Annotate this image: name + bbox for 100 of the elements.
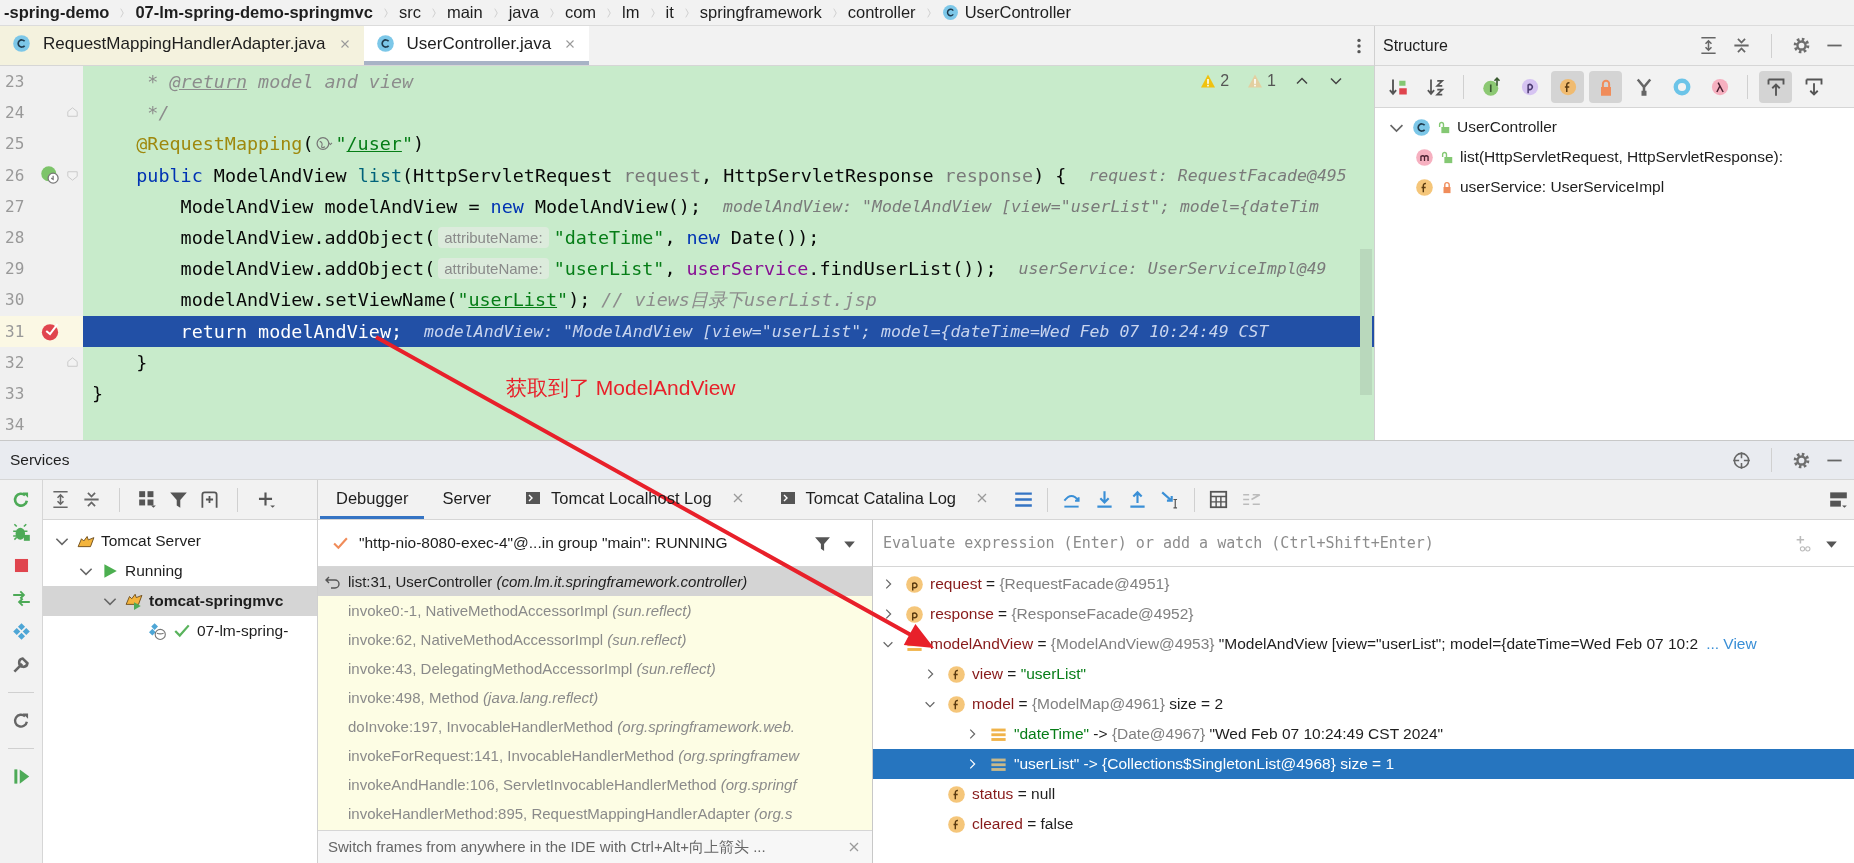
thread-selector[interactable]: "http-nio-8080-exec-4"@...in group "main": RUNNING xyxy=(318,520,872,567)
thread-name: "http-nio-8080-exec-4"@...in group "main": RUNNING xyxy=(359,534,728,552)
line-number: 26 xyxy=(4,165,26,185)
frames-menu-icon[interactable] xyxy=(1014,490,1034,509)
tree-item[interactable]: UserController xyxy=(1457,118,1557,136)
panel-title: Services xyxy=(10,451,70,469)
variable-text: modelAndView = {ModelAndView@4953} "ModelAndView [view="userList"; model={dateTime=Wed Feb 07 10:2 xyxy=(930,635,1699,653)
breadcrumb[interactable]: src xyxy=(394,3,425,22)
variable-text: response = {ResponseFacade@4952} xyxy=(930,605,1194,623)
breadcrumb[interactable]: main xyxy=(442,3,487,22)
expand-all-icon[interactable] xyxy=(1699,36,1718,55)
tree-item[interactable]: 07-lm-spring- xyxy=(197,622,289,640)
tree-item[interactable]: userService: UserServiceImpl xyxy=(1460,178,1665,196)
variable-text: status = null xyxy=(972,785,1056,803)
breadcrumb[interactable]: it xyxy=(661,3,678,22)
group-icon[interactable] xyxy=(138,490,157,509)
add-panel-icon[interactable] xyxy=(200,490,219,509)
modules-icon[interactable] xyxy=(11,622,31,641)
resume-icon[interactable] xyxy=(11,767,31,786)
code-text: modelAndView.setViewName("userList"); // views目录下userList.jsp xyxy=(179,288,877,313)
calculator-icon[interactable] xyxy=(1209,490,1229,509)
variable-text: request = {RequestFacade@4951} xyxy=(930,575,1170,593)
line-number: 24 xyxy=(4,103,26,123)
line-number: 28 xyxy=(4,228,26,248)
code-text: } xyxy=(135,351,148,373)
breadcrumb[interactable]: controller xyxy=(843,3,920,22)
editor-tab[interactable]: UserController.java xyxy=(363,26,590,65)
line-number: 33 xyxy=(4,383,26,403)
tree-item[interactable]: tomcat-springmvc xyxy=(149,592,284,610)
code-text: "userList", userService.findUserList()); xyxy=(553,258,997,280)
add-icon[interactable] xyxy=(256,490,275,509)
layout-icon[interactable] xyxy=(1829,490,1848,509)
breadcrumb[interactable]: com xyxy=(560,3,601,22)
lock-toggle[interactable] xyxy=(1589,70,1622,103)
inline-value: userService: UserServiceImpl@49 xyxy=(1018,259,1327,279)
crosshair-icon[interactable] xyxy=(1732,450,1751,470)
tree-item[interactable]: list(HttpServletRequest, HttpServletResponse): xyxy=(1460,148,1784,166)
variable-text: "dateTime" -> {Date@4967} "Wed Feb 07 10:24:49 CST 2024" xyxy=(1014,725,1444,743)
inline-value: modelAndView: "ModelAndView [view="userList"; model={dateTime=Wed Feb 07 10:24:49 CST xyxy=(424,321,1269,341)
frame-text: invoke:62, NativeMethodAccessorImpl (sun.reflect) xyxy=(348,631,687,648)
line-number: 27 xyxy=(4,196,26,216)
frame-row[interactable]: invokeAndHandle:106, ServletInvocableHandlerMethod (org.springf xyxy=(318,770,872,799)
breadcrumb[interactable]: springframework xyxy=(695,3,826,22)
scrollbar[interactable] xyxy=(1360,249,1372,395)
frame-text: invoke:43, DelegatingMethodAccessorImpl (sun.reflect) xyxy=(348,660,716,677)
breadcrumb[interactable]: java xyxy=(504,3,543,22)
warning-count: 2 xyxy=(1220,72,1230,90)
panel-title: Structure xyxy=(1383,36,1448,55)
autoscroll-to-toggle[interactable] xyxy=(1759,70,1792,103)
line-number: 23 xyxy=(4,72,26,92)
breadcrumb[interactable]: -spring-demo xyxy=(0,3,114,22)
variable-text: view = "userList" xyxy=(972,665,1086,683)
settings-icon[interactable] xyxy=(1792,450,1811,470)
line-number: 34 xyxy=(4,415,26,435)
breadcrumb[interactable]: lm xyxy=(618,3,644,22)
variable-text: "userList" -> {Collections$SingletonList@4968} size = 1 xyxy=(1014,755,1395,773)
debug-icon[interactable] xyxy=(11,523,31,542)
code-text: public ModelAndView list(HttpServletRequest request, HttpServletResponse response) { xyxy=(135,164,1067,186)
panel-tab[interactable]: Server xyxy=(426,480,508,519)
wrench-icon[interactable] xyxy=(11,655,31,674)
breakpoint-icon[interactable] xyxy=(40,321,60,342)
deploy-icon[interactable] xyxy=(11,589,31,608)
parameter-hint: attributeName: xyxy=(438,258,549,280)
class-icon xyxy=(12,34,31,53)
code-text: "/user") xyxy=(335,133,425,155)
expand-all-icon[interactable] xyxy=(51,490,70,509)
annotation-text: 获取到了 ModelAndView xyxy=(506,375,736,401)
tree-item[interactable]: Tomcat Server xyxy=(101,532,201,550)
web-endpoint-icon[interactable] xyxy=(40,165,60,186)
frame-text: list:31, UserController (com.lm.it.springframework.controller) xyxy=(348,573,748,590)
line-number: 31 xyxy=(4,321,26,341)
step-into-icon[interactable] xyxy=(1095,490,1115,509)
breadcrumb[interactable]: 07-lm-spring-demo-springmvc xyxy=(131,3,377,22)
editor-tab[interactable]: RequestMappingHandlerAdapter.java xyxy=(0,26,364,65)
line-number: 30 xyxy=(4,290,26,310)
warning-count: 1 xyxy=(1267,72,1276,90)
fields-toggle[interactable] xyxy=(1551,70,1584,103)
view-link[interactable]: ... View xyxy=(1706,635,1757,653)
rerun-icon[interactable] xyxy=(11,490,31,509)
refresh-icon[interactable] xyxy=(11,711,31,730)
collapse-all-icon[interactable] xyxy=(1732,36,1751,55)
panel-tab[interactable]: Tomcat Catalina Log xyxy=(763,480,1007,519)
filter-icon[interactable] xyxy=(814,534,831,552)
globe-icon[interactable] xyxy=(314,135,335,153)
tree-item[interactable]: Running xyxy=(125,562,183,580)
settings-icon[interactable] xyxy=(1792,36,1811,55)
step-out-icon[interactable] xyxy=(1128,490,1148,509)
code-text: * @return model and view xyxy=(146,71,414,93)
code-text: @RequestMapping( xyxy=(135,133,314,155)
frame-text: invokeAndHandle:106, ServletInvocableHandlerMethod (org.springf xyxy=(348,776,797,793)
filter-icon[interactable] xyxy=(169,490,188,509)
code-text: return modelAndView; xyxy=(179,320,403,342)
frame-row[interactable]: invoke:62, NativeMethodAccessorImpl (sun.reflect) xyxy=(318,625,872,654)
selected-frame[interactable]: list:31, UserController (com.lm.it.springframework.controller) xyxy=(318,567,872,596)
code-text: */ xyxy=(146,102,170,124)
inline-value: request: RequestFacade@495 xyxy=(1088,165,1347,185)
class-icon xyxy=(941,4,959,21)
line-number: 25 xyxy=(4,134,26,154)
collapse-all-icon[interactable] xyxy=(82,490,101,509)
breadcrumb[interactable]: UserController xyxy=(937,3,1075,22)
